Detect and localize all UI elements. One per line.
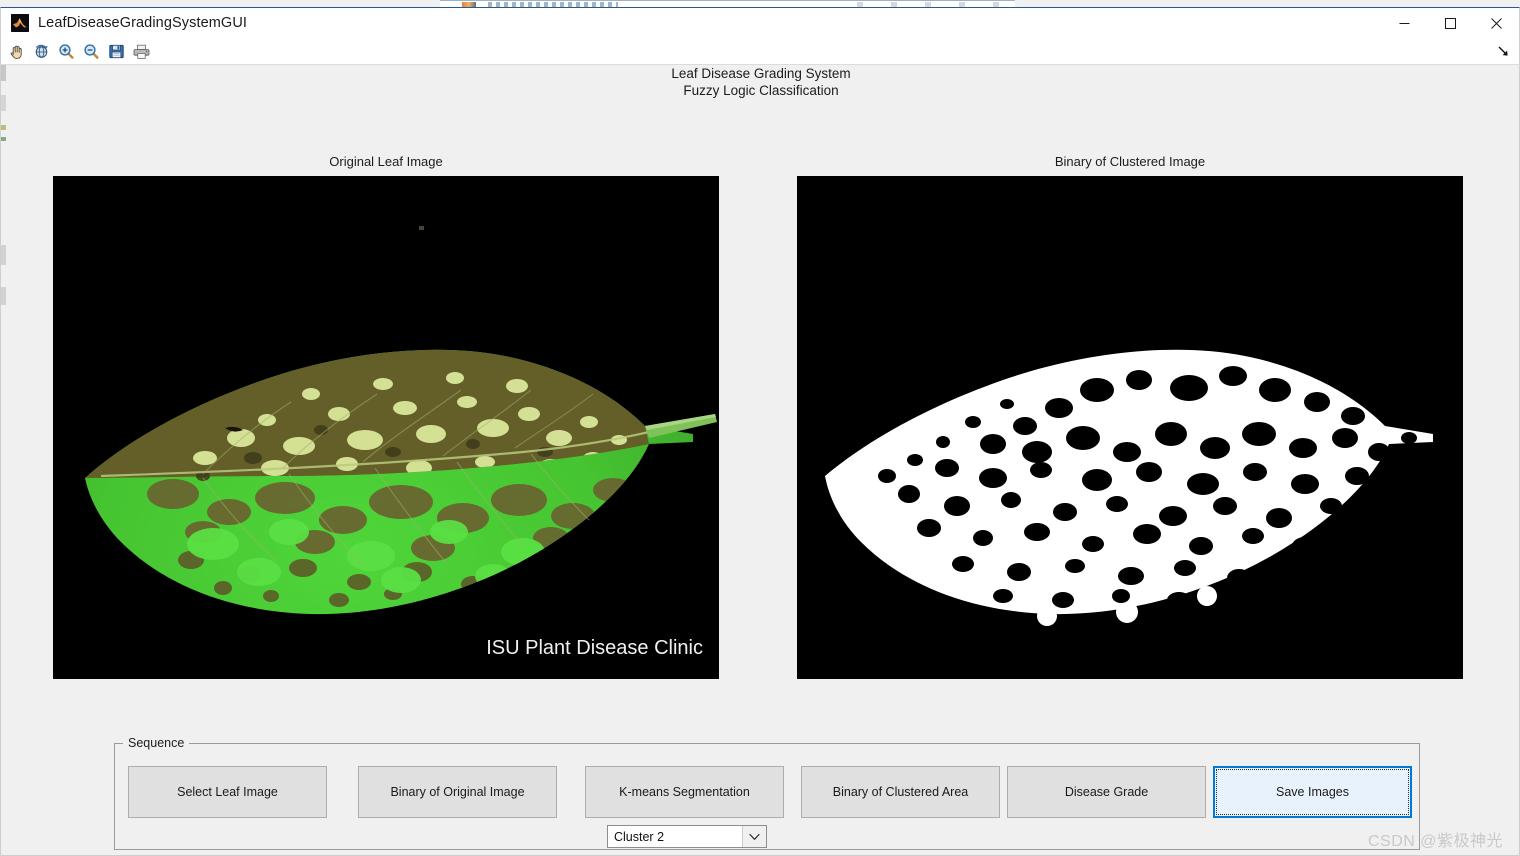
print-icon[interactable] [130, 40, 153, 63]
edge-artifact [1, 125, 6, 130]
zoom-out-icon[interactable] [80, 40, 103, 63]
background-window-sliver [440, 0, 1015, 7]
pan-icon[interactable] [5, 40, 28, 63]
figure-toolbar [0, 38, 1520, 65]
original-leaf-image: ISU Plant Disease Clinic [53, 176, 719, 679]
figure-canvas: Leaf Disease Grading System Fuzzy Logic … [0, 65, 1520, 856]
original-leaf-image-title: Original Leaf Image [329, 154, 443, 169]
edge-artifact [1, 287, 6, 305]
page-title: Leaf Disease Grading System Fuzzy Logic … [1, 66, 1519, 99]
save-icon[interactable] [105, 40, 128, 63]
page-title-line2: Fuzzy Logic Classification [683, 82, 839, 98]
save-images-button[interactable]: Save Images [1213, 766, 1412, 818]
binary-of-clustered-area-button[interactable]: Binary of Clustered Area [801, 766, 1000, 818]
button-label: Binary of Original Image [390, 785, 525, 799]
minimize-icon [1399, 22, 1409, 24]
disease-grade-button[interactable]: Disease Grade [1007, 766, 1206, 818]
minimize-button[interactable] [1381, 8, 1427, 39]
button-label: K-means Segmentation [619, 785, 750, 799]
rotate-3d-icon[interactable] [30, 40, 53, 63]
page-title-line1: Leaf Disease Grading System [671, 66, 851, 81]
close-icon [1490, 17, 1502, 29]
edge-artifact [1, 245, 6, 265]
kmeans-segmentation-button[interactable]: K-means Segmentation [585, 766, 784, 818]
binary-clustered-image-axes[interactable] [797, 176, 1463, 679]
title-bar: LeafDiseaseGradingSystemGUI [0, 7, 1520, 38]
button-label: Save Images [1276, 785, 1349, 799]
sequence-button-row: Select Leaf Image Binary of Original Ima… [115, 744, 1419, 849]
window-controls [1381, 8, 1519, 39]
window-title: LeafDiseaseGradingSystemGUI [38, 15, 248, 31]
binary-of-original-image-button[interactable]: Binary of Original Image [358, 766, 557, 818]
zoom-in-icon[interactable] [55, 40, 78, 63]
select-leaf-image-button[interactable]: Select Leaf Image [128, 766, 327, 818]
application-window: LeafDiseaseGradingSystemGUI Leaf Disease… [0, 0, 1520, 856]
button-label: Select Leaf Image [177, 785, 278, 799]
edge-artifact [1, 137, 6, 141]
binary-clustered-image [797, 176, 1463, 679]
cluster-select-value: Cluster 2 [614, 829, 665, 844]
button-label: Disease Grade [1064, 785, 1149, 799]
cluster-select[interactable]: Cluster 2 [607, 825, 767, 848]
isu-overlay-text: ISU Plant Disease Clinic [486, 637, 703, 659]
chevron-down-icon[interactable] [742, 826, 766, 847]
maximize-button[interactable] [1427, 8, 1473, 39]
binary-clustered-image-title: Binary of Clustered Image [1054, 154, 1206, 169]
close-button[interactable] [1473, 8, 1519, 39]
csdn-watermark: CSDN @紫极神光 [1367, 833, 1503, 850]
original-leaf-image-axes[interactable]: ISU Plant Disease Clinic ISU Plant Disea… [53, 176, 719, 679]
sequence-panel: Sequence Select Leaf Image Binary of Ori… [114, 736, 1420, 850]
button-label: Binary of Clustered Area [832, 785, 969, 799]
maximize-icon [1444, 17, 1456, 29]
matlab-icon [11, 14, 29, 32]
resize-arrow-icon[interactable] [1495, 43, 1511, 59]
